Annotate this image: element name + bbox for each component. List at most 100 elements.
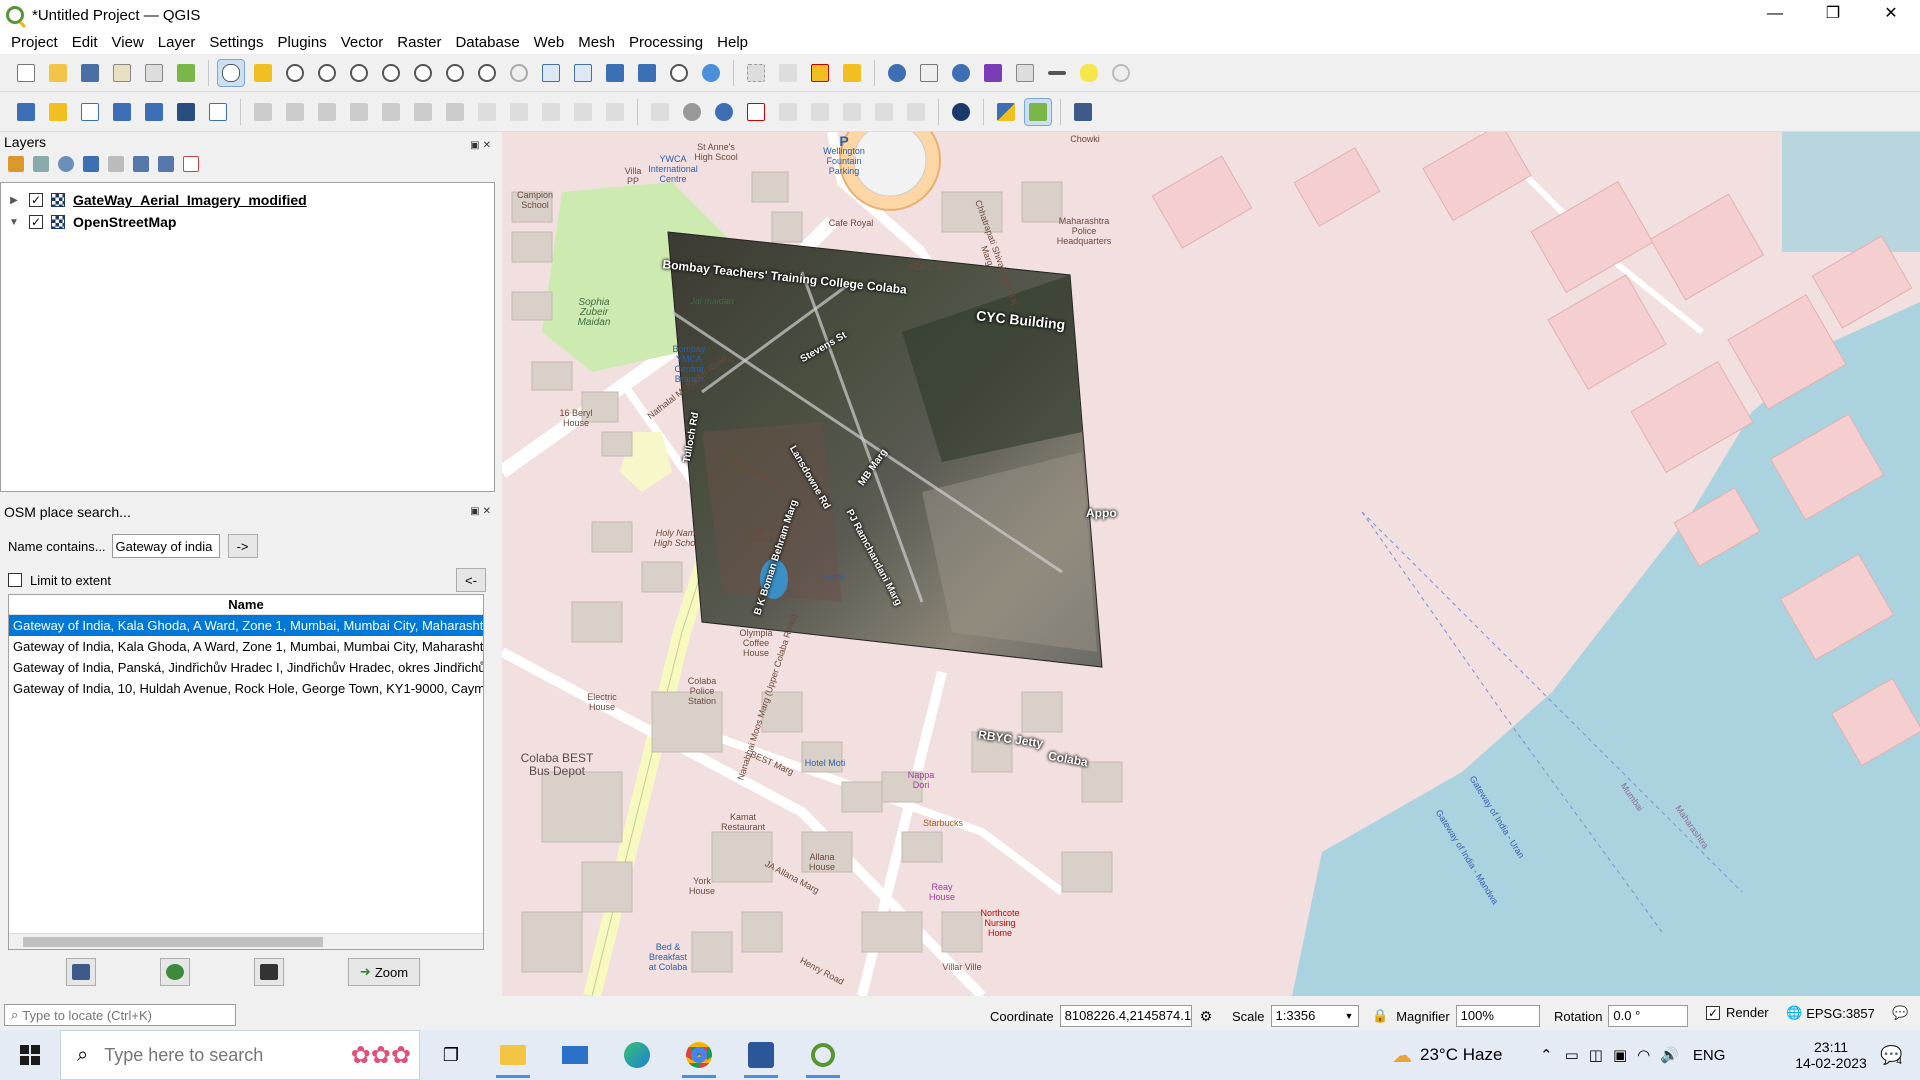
menu-raster[interactable]: Raster (390, 34, 448, 51)
show-bookmarks-icon[interactable] (634, 60, 660, 86)
weather-widget[interactable]: ☁ 23°C Haze (1392, 1030, 1502, 1080)
chevron-up-icon[interactable]: ⌃ (1540, 1046, 1553, 1064)
panel-float-close-icon[interactable]: ▣✕ (470, 136, 494, 156)
toggle-editing-icon[interactable] (250, 99, 276, 125)
zoom-native-icon[interactable] (442, 60, 468, 86)
filter-expression-icon[interactable] (108, 156, 124, 172)
open-field-calculator-icon[interactable] (1012, 60, 1038, 86)
move-label-icon[interactable] (839, 99, 865, 125)
help-button[interactable] (66, 958, 96, 986)
filter-legend-icon[interactable] (83, 156, 99, 172)
select-features-icon[interactable] (743, 60, 769, 86)
menu-processing[interactable]: Processing (622, 34, 710, 51)
minimize-button[interactable]: — (1746, 0, 1804, 30)
expand-arrow-icon[interactable]: ▶ (7, 195, 21, 206)
meet-now-icon[interactable]: ◫ (1589, 1046, 1603, 1064)
new-project-icon[interactable] (13, 60, 39, 86)
zoom-button[interactable]: ➜ Zoom (348, 958, 420, 986)
zoom-to-selection-icon[interactable] (378, 60, 404, 86)
temporal-controller-icon[interactable] (666, 60, 692, 86)
table-row[interactable]: Gateway of India, 10, Huldah Avenue, Roc… (9, 678, 483, 699)
menu-view[interactable]: View (105, 34, 151, 51)
maximize-button[interactable]: ❐ (1804, 0, 1862, 30)
menu-project[interactable]: Project (4, 34, 65, 51)
add-delimited-text-icon[interactable] (109, 99, 135, 125)
layer-item-openstreetmap[interactable]: ▼ ✓ OpenStreetMap (1, 211, 494, 233)
show-on-map-button[interactable] (160, 958, 190, 986)
locator-input[interactable] (22, 1007, 213, 1023)
select-location-icon[interactable] (839, 60, 865, 86)
zoom-full-icon[interactable] (346, 60, 372, 86)
add-polygon-icon[interactable] (378, 99, 404, 125)
zoom-out-icon[interactable] (314, 60, 340, 86)
manage-map-themes-icon[interactable] (58, 156, 74, 172)
qgis-taskbar-icon[interactable] (792, 1030, 854, 1080)
copy-features-icon[interactable] (506, 99, 532, 125)
identify-icon[interactable] (884, 60, 910, 86)
zoom-last-icon[interactable] (474, 60, 500, 86)
change-label-icon[interactable] (903, 99, 929, 125)
map-tips-icon[interactable] (1076, 60, 1102, 86)
volume-icon[interactable]: 🔊 (1660, 1046, 1679, 1064)
menu-plugins[interactable]: Plugins (271, 34, 334, 51)
add-raster-layer-icon[interactable] (173, 99, 199, 125)
menu-layer[interactable]: Layer (151, 34, 203, 51)
menu-edit[interactable]: Edit (65, 34, 105, 51)
edge-icon[interactable] (606, 1030, 668, 1080)
close-button[interactable]: ✕ (1862, 0, 1920, 30)
osm-search-icon[interactable] (948, 99, 974, 125)
statistics-sigma-icon[interactable] (980, 60, 1006, 86)
measure-line-icon[interactable] (1044, 60, 1070, 86)
toggle-extents-icon[interactable]: ⚙ (1200, 1008, 1213, 1025)
zoom-next-icon[interactable] (506, 60, 532, 86)
attribute-table-icon[interactable] (916, 60, 942, 86)
digitize-icon[interactable] (346, 99, 372, 125)
horizontal-scrollbar[interactable] (9, 933, 483, 949)
table-row[interactable]: Gateway of India, Panská, Jindřichův Hra… (9, 657, 483, 678)
new-bookmark-icon[interactable] (602, 60, 628, 86)
task-view-icon[interactable]: ❐ (420, 1030, 482, 1080)
cut-features-icon[interactable] (474, 99, 500, 125)
current-edits-icon[interactable] (282, 99, 308, 125)
layer-visibility-checkbox[interactable]: ✓ (29, 193, 43, 207)
collapse-all-icon[interactable] (158, 156, 174, 172)
panel-float-close-icon[interactable]: ▣✕ (470, 502, 494, 522)
chevron-down-icon[interactable]: ▼ (1345, 1011, 1354, 1021)
add-group-icon[interactable] (33, 156, 49, 172)
rotate-label-icon[interactable] (871, 99, 897, 125)
abc-label-icon[interactable] (743, 99, 769, 125)
menu-help[interactable]: Help (710, 34, 755, 51)
word-icon[interactable] (730, 1030, 792, 1080)
rotation-field[interactable]: 0.0 ° (1608, 1005, 1689, 1027)
search-go-button[interactable]: -> (227, 534, 258, 558)
layer-item-gateway-aerial[interactable]: ▶ ✓ GateWay_Aerial_Imagery_modified (1, 189, 494, 211)
locator-icon[interactable] (1108, 60, 1134, 86)
menu-vector[interactable]: Vector (334, 34, 391, 51)
open-project-icon[interactable] (45, 60, 71, 86)
vertex-tool-icon[interactable] (410, 99, 436, 125)
locator-box[interactable]: ⌕ (4, 1004, 236, 1026)
back-button[interactable]: <- (456, 568, 486, 592)
show-hide-labels-icon[interactable] (807, 99, 833, 125)
add-virtual-layer-icon[interactable] (205, 99, 231, 125)
coordinate-field[interactable]: 8108226.4,2145874.1 (1059, 1005, 1192, 1027)
python-console-icon[interactable] (993, 99, 1019, 125)
file-explorer-icon[interactable] (482, 1030, 544, 1080)
limit-to-extent-checkbox[interactable] (8, 573, 22, 587)
refresh-icon[interactable] (698, 60, 724, 86)
map-canvas[interactable]: P Wellington Fountain Parking St Anne's … (502, 132, 1920, 996)
data-source-manager-icon[interactable] (13, 99, 39, 125)
menu-web[interactable]: Web (527, 34, 572, 51)
add-vector-layer-icon[interactable] (77, 99, 103, 125)
menu-mesh[interactable]: Mesh (571, 34, 622, 51)
zoom-in-icon[interactable] (282, 60, 308, 86)
crs-widget[interactable]: 🌐 EPSG:3857 (1786, 1005, 1875, 1021)
save-edits-icon[interactable] (314, 99, 340, 125)
taskbar-search[interactable]: ⌕ ✿✿✿ (60, 1030, 420, 1080)
notifications-icon[interactable]: 💬 4 (1880, 1030, 1902, 1080)
table-row[interactable]: Gateway of India, Kala Ghoda, A Ward, Zo… (9, 636, 483, 657)
pan-map-icon[interactable] (217, 58, 245, 87)
layer-labeling-icon[interactable] (711, 99, 737, 125)
lock-icon[interactable]: 🔒 (1372, 1008, 1388, 1024)
remove-layer-icon[interactable] (183, 156, 199, 172)
